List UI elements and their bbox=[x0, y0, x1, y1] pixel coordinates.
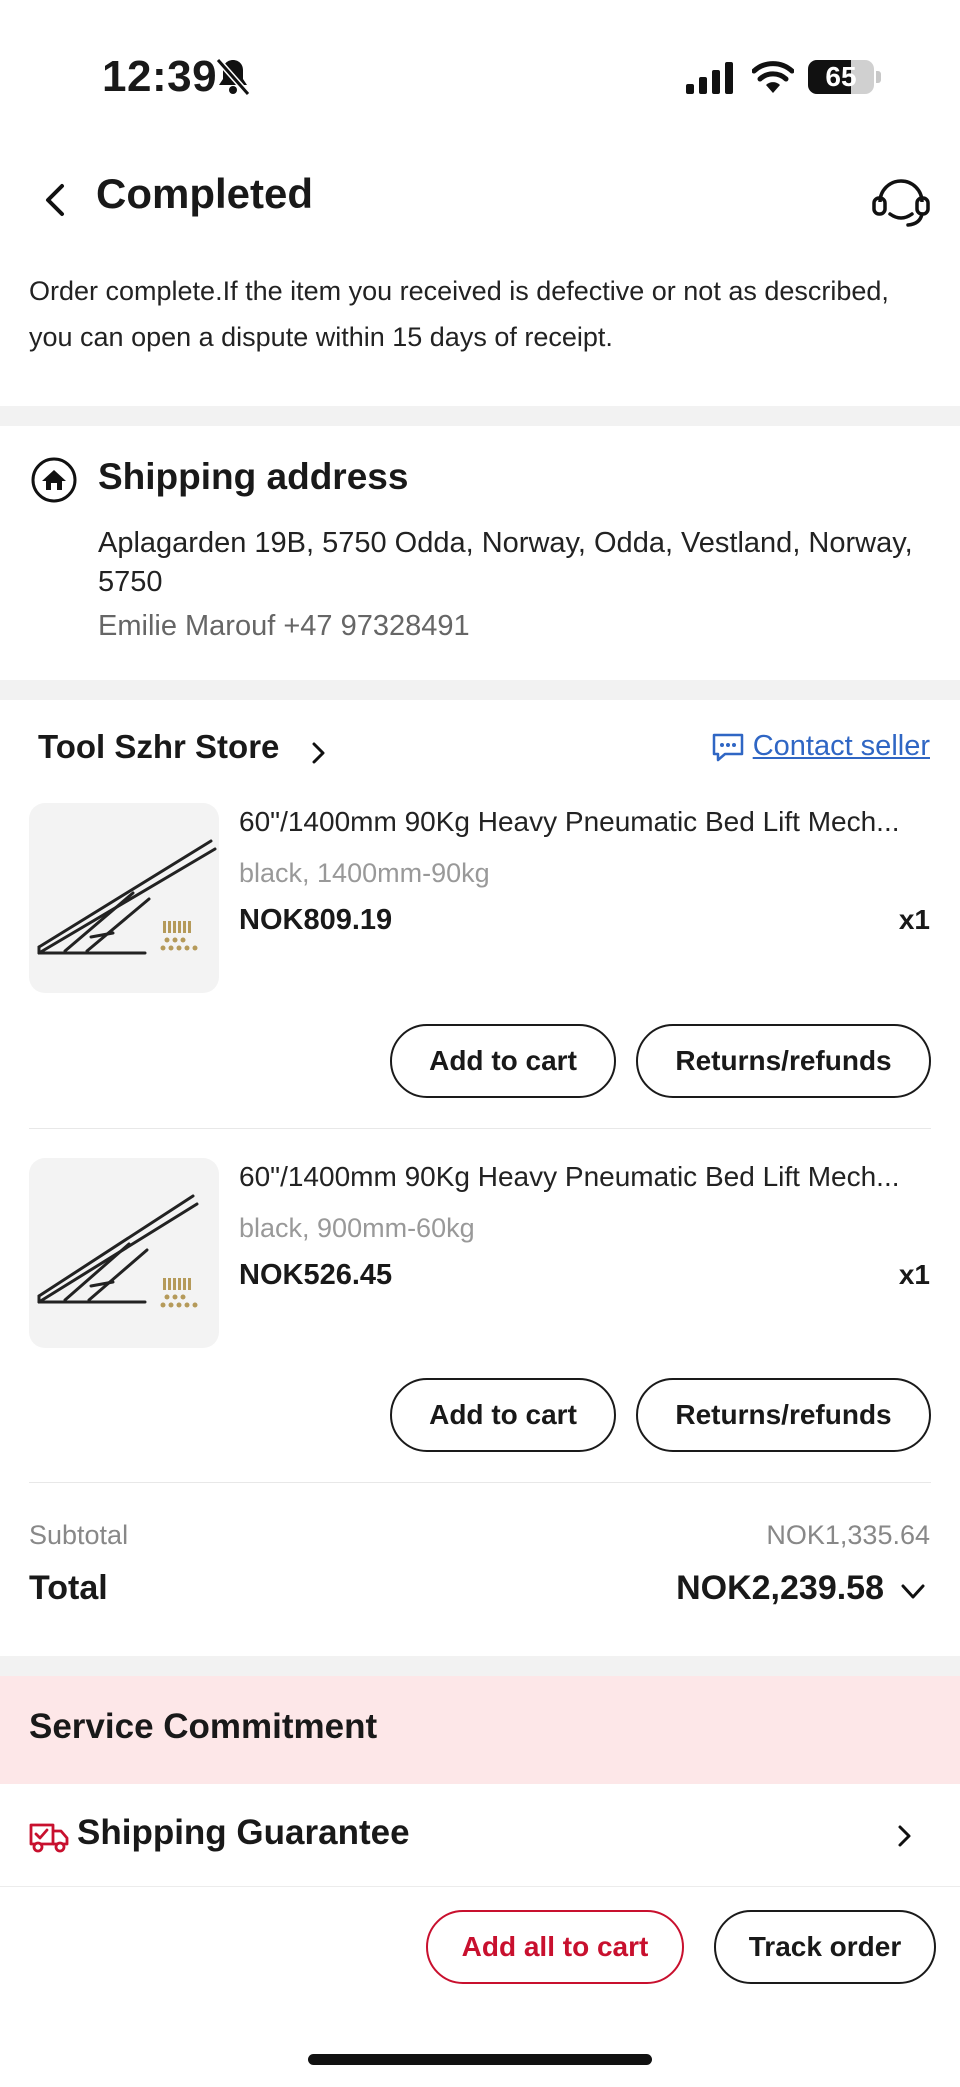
delivery-truck-icon bbox=[29, 1823, 69, 1853]
add-all-to-cart-button[interactable]: Add all to cart bbox=[426, 1910, 684, 1984]
product-variant: black, 900mm-60kg bbox=[239, 1213, 475, 1243]
page-title: Completed bbox=[96, 170, 314, 217]
returns-refunds-button[interactable]: Returns/refunds bbox=[636, 1024, 931, 1098]
wifi-icon bbox=[752, 61, 794, 93]
product-quantity: x1 bbox=[898, 1259, 930, 1290]
product-price: NOK809.19 bbox=[239, 904, 393, 936]
store-name: Tool Szhr Store bbox=[38, 728, 280, 765]
shipping-guarantee-title[interactable]: Shipping Guarantee bbox=[77, 1813, 410, 1853]
returns-refunds-button[interactable]: Returns/refunds bbox=[636, 1378, 931, 1452]
bed-lift-image bbox=[37, 1194, 199, 1308]
shipping-address: Aplagarden 19B, 5750 Odda, Norway, Odda,… bbox=[98, 527, 913, 598]
section-divider bbox=[0, 680, 960, 700]
bell-slash-icon bbox=[215, 58, 251, 96]
bed-lift-image bbox=[37, 839, 217, 955]
divider bbox=[29, 1128, 931, 1129]
service-commitment-title: Service Commitment bbox=[29, 1707, 378, 1746]
section-divider bbox=[0, 406, 960, 426]
product-image[interactable] bbox=[29, 803, 219, 993]
battery-level: 65 bbox=[825, 61, 857, 92]
track-order-button[interactable]: Track order bbox=[714, 1910, 936, 1984]
chevron-right-icon[interactable] bbox=[894, 1822, 914, 1850]
add-to-cart-button[interactable]: Add to cart bbox=[390, 1024, 616, 1098]
store-link[interactable]: Tool Szhr Store bbox=[38, 728, 325, 766]
total-label: Total bbox=[29, 1569, 108, 1607]
support-headset-icon[interactable] bbox=[870, 170, 932, 232]
battery-indicator: 65 bbox=[808, 60, 874, 94]
chevron-right-icon bbox=[312, 742, 325, 764]
product-price: NOK526.45 bbox=[239, 1259, 393, 1291]
subtotal-label: Subtotal bbox=[29, 1520, 129, 1550]
status-time: 12:39 bbox=[102, 52, 218, 101]
home-indicator bbox=[308, 2054, 652, 2065]
total-value[interactable]: NOK2,239.58 bbox=[676, 1569, 884, 1608]
product-variant: black, 1400mm-90kg bbox=[239, 858, 490, 888]
divider bbox=[29, 1482, 931, 1483]
product-title[interactable]: 60"/1400mm 90Kg Heavy Pneumatic Bed Lift… bbox=[239, 806, 929, 838]
chevron-down-icon[interactable] bbox=[898, 1580, 928, 1604]
contact-seller-link[interactable]: Contact seller bbox=[711, 730, 930, 763]
status-bar: 12:39 65 bbox=[0, 0, 960, 150]
shipping-address-title: Shipping address bbox=[98, 456, 409, 497]
back-arrow-icon[interactable] bbox=[36, 178, 76, 222]
contact-seller-label: Contact seller bbox=[752, 730, 930, 762]
add-to-cart-button[interactable]: Add to cart bbox=[390, 1378, 616, 1452]
product-image[interactable] bbox=[29, 1158, 219, 1348]
signal-icon bbox=[686, 62, 733, 94]
section-divider bbox=[0, 1656, 960, 1676]
subtotal-value: NOK1,335.64 bbox=[766, 1520, 930, 1550]
order-complete-notice: Order complete.If the item you received … bbox=[29, 276, 889, 352]
battery-tip bbox=[876, 71, 881, 83]
home-icon bbox=[31, 457, 77, 503]
product-title[interactable]: 60"/1400mm 90Kg Heavy Pneumatic Bed Lift… bbox=[239, 1161, 929, 1193]
chat-icon bbox=[712, 733, 743, 761]
shipping-contact: Emilie Marouf +47 97328491 bbox=[98, 610, 470, 642]
product-quantity: x1 bbox=[898, 904, 930, 935]
